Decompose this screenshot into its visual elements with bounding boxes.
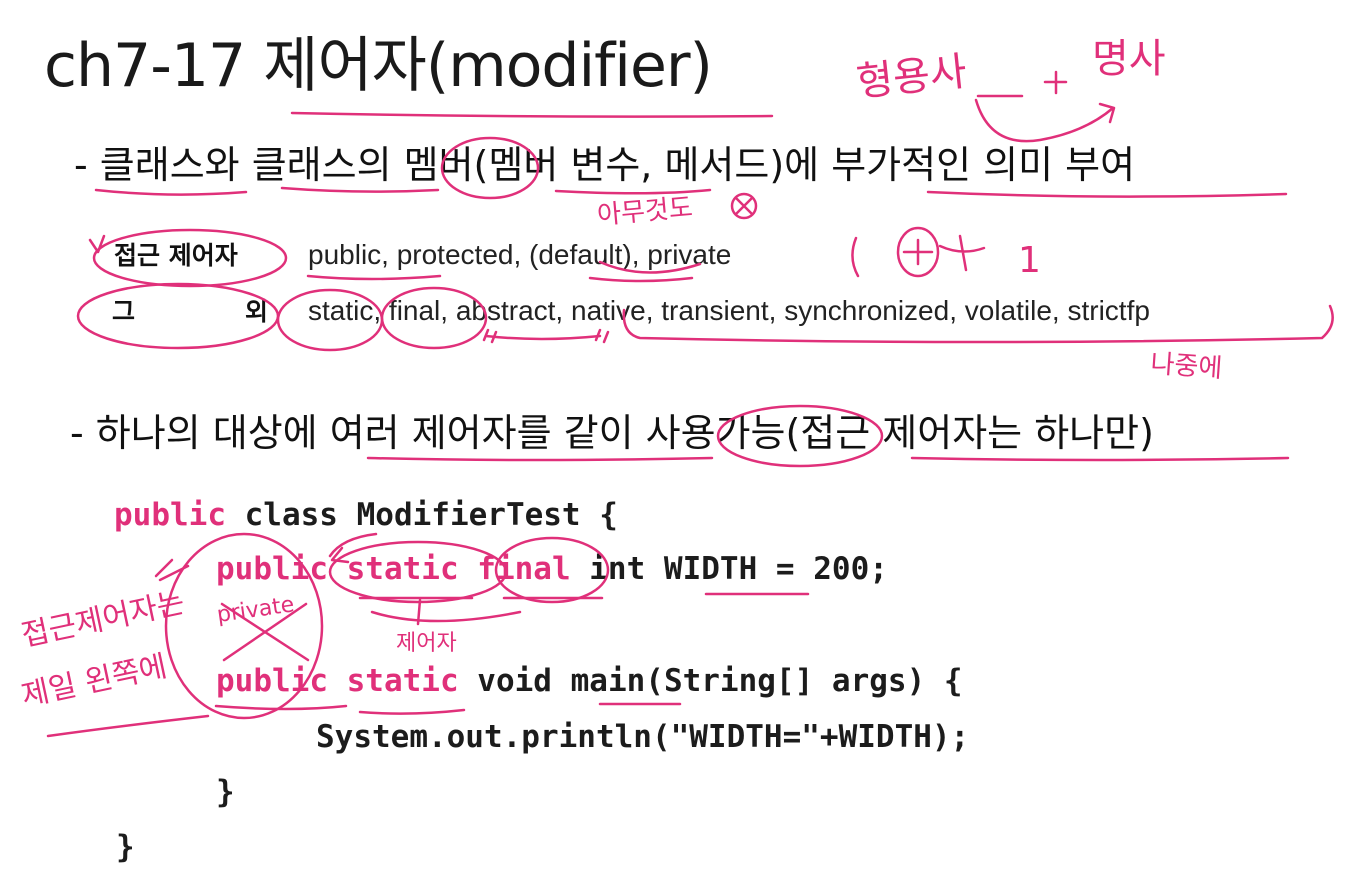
annotation-noun: 명사 <box>1092 36 1166 82</box>
circle-access-label <box>92 228 288 288</box>
annotation-all-of-them: 나중에 <box>1150 349 1224 384</box>
annotation-modifier: 제어자 <box>396 631 457 656</box>
bracket-mark <box>851 236 860 278</box>
main-underlines <box>214 702 682 715</box>
bracket-modifiers <box>370 598 522 626</box>
annotation-adjective: 형용사 <box>854 49 969 106</box>
abstract-underline <box>484 334 602 341</box>
annotation-count-one: 1 <box>1018 240 1041 281</box>
circle-other-label <box>76 282 280 350</box>
access-value-underlines <box>306 260 702 283</box>
annotation-underline <box>46 714 210 738</box>
circle-final-code <box>494 536 610 604</box>
annotation-nothing-written: 아무것도 <box>596 193 694 231</box>
annotation-private-crossed: private <box>215 592 296 628</box>
circled-x-cross <box>734 196 754 216</box>
bracket-other-modifiers <box>622 304 1334 344</box>
bullet2-underlines <box>366 456 1290 462</box>
arrow-adjective-noun <box>974 98 1116 143</box>
circle-static <box>276 288 384 352</box>
circle-static-code <box>328 540 508 604</box>
handwritten-annotation-layer: 형용사 명사 아무것도 1 나중에 제어자 private 접근제어자는 제일 … <box>18 36 1334 738</box>
circle-member <box>440 136 540 200</box>
plus-mark <box>976 70 1068 98</box>
circle-usable <box>716 404 884 468</box>
title-underline <box>290 111 774 118</box>
scribble-mark <box>938 234 986 272</box>
circle-access-position <box>164 532 324 720</box>
annotation-access-first-1: 접근제어자는 <box>18 585 187 654</box>
circle-final <box>380 286 488 350</box>
annotation-access-first-2: 제일 왼쪽에 <box>18 649 170 714</box>
circled-plus-mark <box>902 238 934 266</box>
